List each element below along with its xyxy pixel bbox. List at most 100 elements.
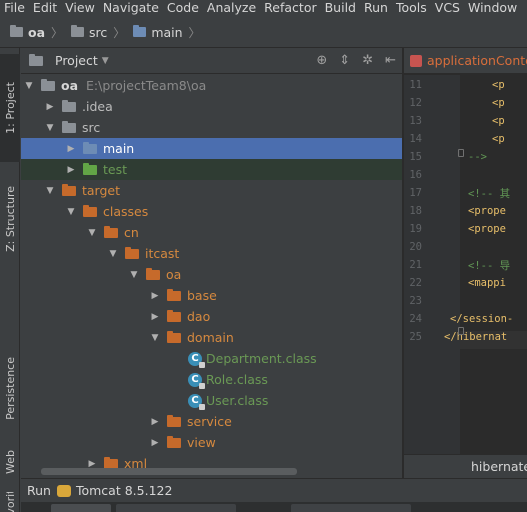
menu-item-tools[interactable]: Tools [392, 0, 431, 16]
class-file-icon: C [188, 393, 205, 410]
run-tab[interactable] [291, 504, 411, 512]
tree-node-label: .idea [82, 99, 113, 114]
project-tree: ▼ oa E:\projectTeam8\oa ▶ .idea ▼ src ▶ main ▶ tes… [21, 75, 402, 475]
chevron-right-icon[interactable]: ▶ [149, 438, 161, 448]
breadcrumb-item[interactable]: src 〉 [71, 24, 133, 41]
tree-node[interactable]: ▶ view [21, 432, 402, 453]
tree-node[interactable]: ▶ service [21, 411, 402, 432]
folder-icon [167, 330, 181, 343]
editor-breadcrumb-label[interactable]: hibernate [471, 459, 527, 474]
tree-node[interactable]: ▶CDepartment.class [21, 348, 402, 369]
run-tab[interactable] [51, 504, 111, 512]
tab-structure-label: Z: Structure [3, 186, 17, 252]
chevron-down-icon[interactable]: ▼ [44, 123, 56, 133]
fold-marker-icon[interactable] [458, 327, 464, 335]
chevron-down-icon[interactable]: ▼ [149, 333, 161, 343]
folder-icon [41, 78, 55, 91]
tab-project[interactable]: 1: Project [0, 54, 20, 162]
tree-node[interactable]: ▼ classes [21, 201, 402, 222]
chevron-right-icon[interactable]: ▶ [86, 459, 98, 469]
locate-icon[interactable]: ⊕ [316, 53, 327, 68]
tree-node[interactable]: ▼ cn [21, 222, 402, 243]
line-number: 25 [409, 331, 422, 343]
tree-node[interactable]: ▶ dao [21, 306, 402, 327]
tree-node[interactable]: ▶ test [21, 159, 402, 180]
code-line: 25 </hibernat [404, 328, 527, 346]
editor-breadcrumb: hibernate [404, 454, 527, 478]
tree-node-label: classes [103, 204, 149, 219]
fold-marker-icon[interactable] [458, 149, 464, 157]
tab-project-label: 1: Project [3, 82, 17, 134]
menu-item-run[interactable]: Run [360, 0, 392, 16]
breadcrumb-label: oa [28, 24, 46, 40]
tree-node-label: main [103, 141, 135, 156]
code-text: <!-- 其 [468, 187, 511, 200]
line-number: 11 [409, 79, 422, 91]
tab-structure[interactable]: Z: Structure [0, 166, 20, 272]
menu-item-refactor[interactable]: Refactor [260, 0, 320, 16]
run-label: Run [27, 483, 51, 498]
line-number: 22 [409, 277, 422, 289]
chevron-right-icon[interactable]: ▶ [149, 312, 161, 322]
chevron-down-icon[interactable]: ▼ [86, 228, 98, 238]
tree-node[interactable]: ▶CUser.class [21, 390, 402, 411]
chevron-down-icon[interactable]: ▼ [102, 56, 109, 66]
tree-node[interactable]: ▼ oa E:\projectTeam8\oa [21, 75, 402, 96]
tree-node-label: service [187, 414, 232, 429]
tree-node[interactable]: ▶CRole.class [21, 369, 402, 390]
tree-node-label: test [103, 162, 128, 177]
tab-persistence-label: Persistence [3, 356, 17, 420]
run-config-label[interactable]: Tomcat 8.5.122 [76, 483, 172, 498]
tab-web[interactable]: Web [0, 440, 20, 484]
menu-item-navigate[interactable]: Navigate [99, 0, 163, 16]
project-panel-title[interactable]: Project [55, 53, 98, 68]
tree-node[interactable]: ▶ base [21, 285, 402, 306]
code-text: <!-- 导 [468, 259, 511, 272]
tree-node-label: view [187, 435, 216, 450]
horizontal-scrollbar[interactable] [41, 468, 297, 475]
tab-persistence[interactable]: Persistence [0, 338, 20, 438]
run-tab[interactable] [116, 504, 236, 512]
chevron-right-icon[interactable]: ▶ [44, 102, 56, 112]
tree-node[interactable]: ▼ target [21, 180, 402, 201]
tree-node[interactable]: ▶ main [21, 138, 402, 159]
menu-item-code[interactable]: Code [163, 0, 203, 16]
chevron-right-icon[interactable]: ▶ [65, 165, 77, 175]
editor-tab-label: applicationConte [427, 53, 527, 68]
code-view[interactable]: 11 <p 12 <p 13 <p 14 <p 15 --> 16 17 <!-- 其 18 <prope 1… [404, 75, 527, 478]
run-bar: Run Tomcat 8.5.122 [21, 478, 527, 502]
tree-node[interactable]: ▼ oa [21, 264, 402, 285]
menu-item-build[interactable]: Build [321, 0, 360, 16]
tree-node[interactable]: ▶ .idea [21, 96, 402, 117]
chevron-down-icon[interactable]: ▼ [23, 81, 35, 91]
tree-node[interactable]: ▼ domain [21, 327, 402, 348]
chevron-down-icon[interactable]: ▼ [107, 249, 119, 259]
menu-item-analyze[interactable]: Analyze [203, 0, 260, 16]
code-text: </session- [450, 313, 514, 325]
tab-favorites[interactable]: Favorites [0, 492, 20, 512]
chevron-down-icon[interactable]: ▼ [44, 186, 56, 196]
breadcrumb-item[interactable]: main 〉 [133, 24, 208, 41]
line-number: 18 [409, 205, 422, 217]
chevron-right-icon[interactable]: ▶ [65, 144, 77, 154]
settings-icon[interactable]: ✲ [362, 53, 373, 68]
tree-node-label: oa [166, 267, 182, 282]
breadcrumb-item[interactable]: oa 〉 [10, 24, 71, 41]
chevron-down-icon[interactable]: ▼ [65, 207, 77, 217]
chevron-right-icon[interactable]: ▶ [149, 417, 161, 427]
code-line: 22 <mappi [404, 274, 527, 292]
tree-node[interactable]: ▼ src [21, 117, 402, 138]
editor-tab[interactable]: applicationConte [404, 48, 527, 74]
menu-item-vcs[interactable]: VCS [431, 0, 464, 16]
hide-icon[interactable]: ⇤ [385, 53, 396, 68]
chevron-down-icon[interactable]: ▼ [128, 270, 140, 280]
collapse-icon[interactable]: ⇕ [339, 53, 350, 68]
tree-node[interactable]: ▼ itcast [21, 243, 402, 264]
tree-node-label: User.class [206, 393, 269, 408]
menu-item-window[interactable]: Window [464, 0, 521, 16]
menu-item-view[interactable]: View [61, 0, 99, 16]
menu-item-file[interactable]: File [0, 0, 29, 16]
folder-icon [62, 183, 76, 196]
chevron-right-icon[interactable]: ▶ [149, 291, 161, 301]
menu-item-edit[interactable]: Edit [29, 0, 61, 16]
